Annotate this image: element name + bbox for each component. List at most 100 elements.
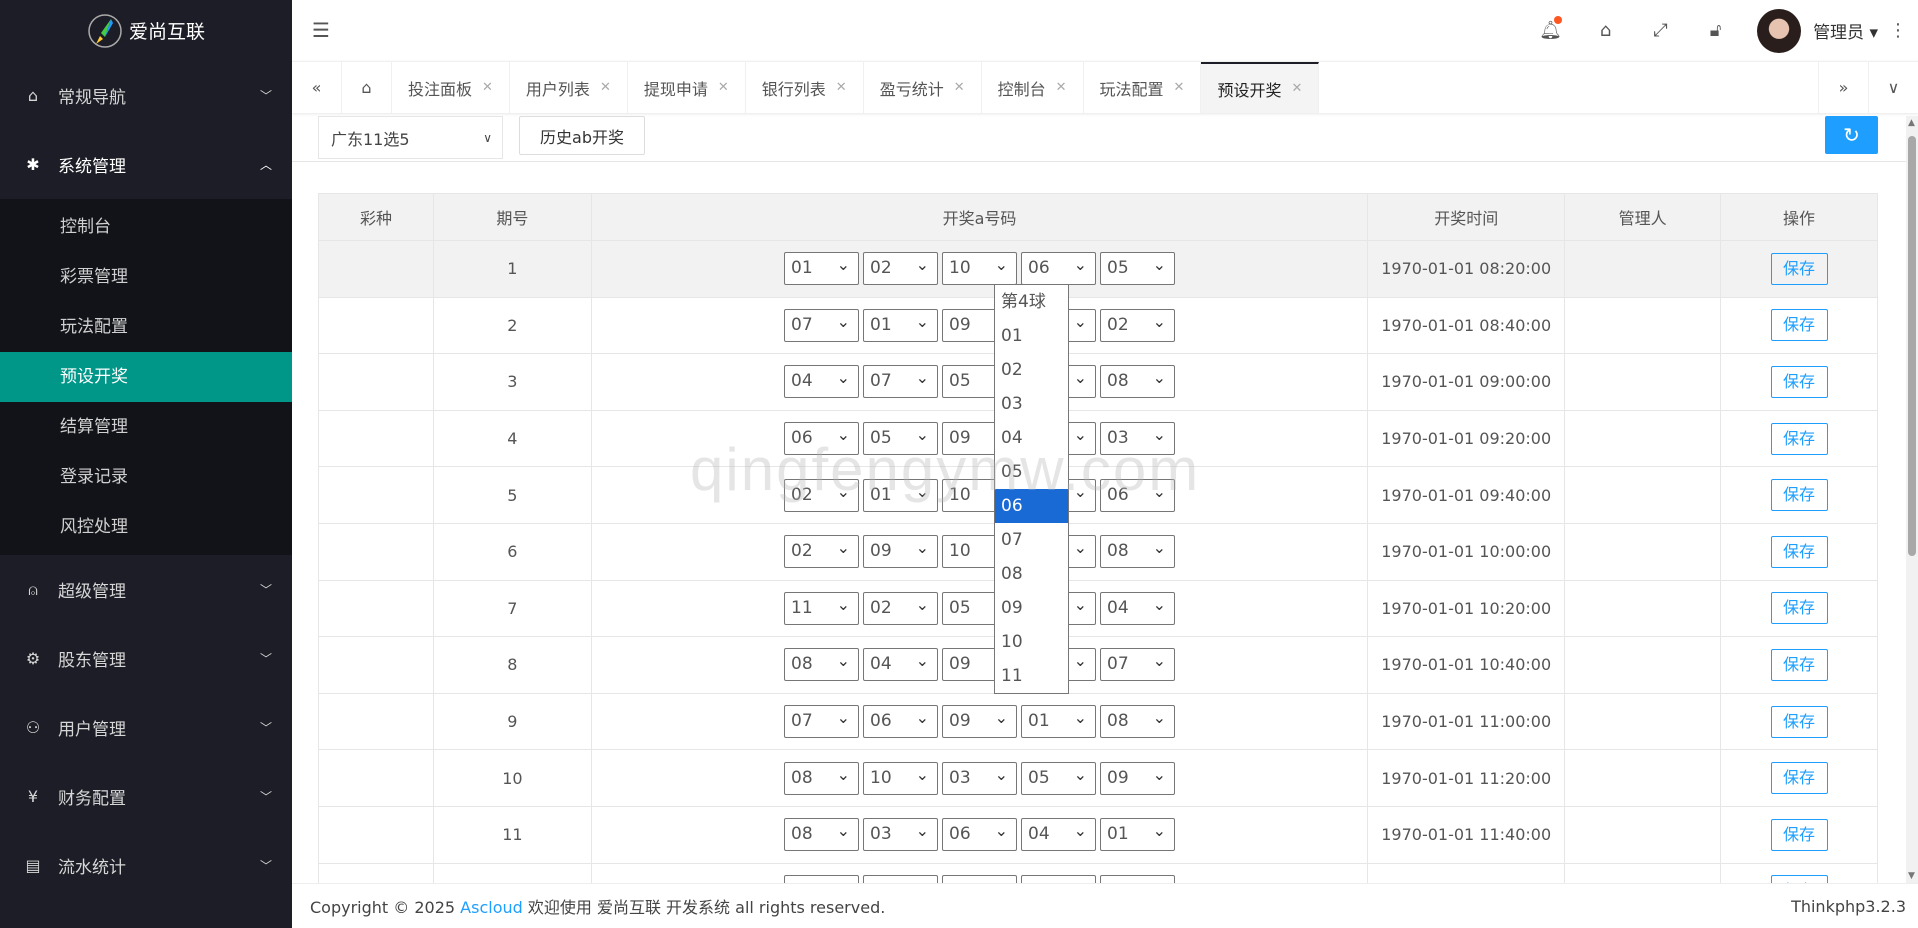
ball-1-select[interactable]: 02 — [784, 476, 860, 512]
sidebar-item[interactable]: ⚙ 股东管理 ﹀ — [0, 624, 292, 693]
ball-3-select[interactable]: 09 — [942, 702, 1018, 739]
dropdown-option[interactable]: 04 — [995, 421, 1068, 455]
tab-home-icon[interactable]: ⌂ — [342, 62, 392, 113]
close-icon[interactable]: ✕ — [482, 80, 493, 95]
ball-2-select[interactable]: 01 — [863, 306, 939, 342]
ball-4-dropdown-list[interactable]: 第4球 01 02 03 04 05 06 07 08 09 10 11 — [994, 284, 1069, 694]
close-icon[interactable]: ✕ — [1291, 81, 1302, 96]
ball-5-select[interactable]: 02 — [1100, 306, 1176, 342]
sidebar-item[interactable]: ✱ 系统管理 ︿ — [0, 130, 292, 199]
tabs-scroll-left-icon[interactable]: « — [292, 62, 342, 113]
submenu-item[interactable]: 彩票管理 — [0, 252, 292, 302]
ball-1-select[interactable]: 08 — [784, 645, 860, 682]
dropdown-option[interactable]: 02 — [995, 353, 1068, 387]
ball-1-select[interactable]: 07 — [784, 306, 860, 342]
sidebar-item[interactable]: ¥ 财务配置 ﹀ — [0, 762, 292, 831]
dropdown-option[interactable]: 07 — [995, 523, 1068, 557]
lottery-select[interactable]: 广东11选5 ∨ — [318, 116, 503, 159]
save-button[interactable]: 保存 — [1770, 309, 1828, 342]
sidebar-item[interactable]: ▤ 流水统计 ﹀ — [0, 831, 292, 900]
dropdown-option[interactable]: 05 — [995, 455, 1068, 489]
ball-3-select[interactable]: 06 — [942, 815, 1018, 852]
ball-1-select[interactable]: 02 — [784, 532, 860, 569]
tab[interactable]: 盈亏统计 ✕ — [864, 62, 982, 113]
ball-5-select[interactable]: 06 — [1100, 476, 1176, 512]
ball-2-select[interactable]: 04 — [863, 645, 939, 682]
dropdown-option[interactable]: 10 — [995, 625, 1068, 659]
ball-1-select[interactable]: 04 — [784, 362, 860, 399]
save-button[interactable]: 保存 — [1770, 762, 1828, 795]
ball-4-select[interactable]: 01 — [1021, 702, 1097, 739]
ball-1-select[interactable]: 08 — [784, 815, 860, 852]
dropdown-option[interactable]: 09 — [995, 591, 1068, 625]
ball-4-select[interactable]: 06 — [1021, 249, 1097, 286]
close-icon[interactable]: ✕ — [836, 80, 847, 95]
history-ab-draw-button[interactable]: 历史ab开奖 — [519, 116, 645, 155]
tabs-menu-chevron-icon[interactable]: ∨ — [1868, 62, 1918, 113]
ball-1-select[interactable]: 06 — [784, 419, 860, 456]
scroll-up-icon[interactable]: ▲ — [1908, 118, 1915, 128]
scrollbar-thumb[interactable] — [1908, 136, 1916, 556]
ball-2-select[interactable]: 03 — [863, 815, 939, 852]
ball-5-select[interactable]: 05 — [1100, 249, 1176, 286]
more-options-icon[interactable]: ⋮ — [1878, 20, 1918, 41]
save-button[interactable]: 保存 — [1770, 592, 1828, 625]
ball-2-select[interactable]: 06 — [863, 702, 939, 739]
user-menu[interactable]: 管理员 ▾ — [1813, 18, 1878, 43]
ball-1-select[interactable]: 08 — [784, 759, 860, 795]
fullscreen-icon[interactable]: ⤢ — [1633, 20, 1688, 41]
dropdown-option[interactable]: 08 — [995, 557, 1068, 591]
save-button[interactable]: 保存 — [1770, 252, 1828, 285]
close-icon[interactable]: ✕ — [718, 80, 729, 95]
ball-5-select[interactable]: 09 — [1100, 759, 1176, 795]
ball-2-select[interactable]: 01 — [863, 476, 939, 512]
ball-2-select[interactable]: 10 — [863, 759, 939, 795]
ball-4-select[interactable]: 05 — [1021, 759, 1097, 795]
sidebar-item[interactable]: ⌂ 常规导航 ﹀ — [0, 61, 292, 130]
dropdown-option[interactable]: 01 — [995, 319, 1068, 353]
close-icon[interactable]: ✕ — [954, 80, 965, 95]
ball-2-select[interactable]: 02 — [863, 249, 939, 286]
submenu-item[interactable]: 控制台 — [0, 202, 292, 252]
close-icon[interactable]: ✕ — [1174, 80, 1185, 95]
tab[interactable]: 银行列表 ✕ — [746, 62, 864, 113]
save-button[interactable]: 保存 — [1770, 365, 1828, 398]
submenu-item[interactable]: 登录记录 — [0, 452, 292, 502]
ball-5-select[interactable]: 07 — [1100, 645, 1176, 682]
save-button[interactable]: 保存 — [1770, 422, 1828, 455]
ball-2-select[interactable]: 05 — [863, 419, 939, 456]
close-icon[interactable]: ✕ — [1056, 80, 1067, 95]
ball-5-select[interactable]: 04 — [1100, 589, 1176, 625]
ball-3-select[interactable]: 03 — [942, 759, 1018, 795]
save-button[interactable]: 保存 — [1770, 705, 1828, 738]
scroll-down-icon[interactable]: ▼ — [1908, 871, 1915, 881]
collapse-menu-icon[interactable]: ☰ — [312, 18, 330, 42]
submenu-item[interactable]: 预设开奖 — [0, 352, 292, 402]
refresh-button[interactable]: ↻ — [1825, 116, 1878, 154]
ascloud-link[interactable]: Ascloud — [460, 898, 523, 917]
ball-5-select[interactable]: 08 — [1100, 362, 1176, 399]
avatar[interactable] — [1757, 8, 1802, 53]
sidebar-item[interactable]: ⍝ 超级管理 ﹀ — [0, 555, 292, 624]
tabs-scroll-right-icon[interactable]: » — [1818, 62, 1868, 113]
dropdown-option[interactable]: 第4球 — [995, 285, 1068, 319]
tab[interactable]: 投注面板 ✕ — [392, 62, 510, 113]
dropdown-option[interactable]: 11 — [995, 659, 1068, 693]
save-button[interactable]: 保存 — [1770, 818, 1828, 851]
tab[interactable]: 预设开奖 ✕ — [1201, 62, 1320, 113]
tab[interactable]: 用户列表 ✕ — [510, 62, 628, 113]
ball-1-select[interactable]: 07 — [784, 702, 860, 739]
sidebar-item[interactable]: ⚇ 用户管理 ﹀ — [0, 693, 292, 762]
dropdown-option[interactable]: 06 — [995, 489, 1068, 523]
ball-1-select[interactable]: 11 — [784, 589, 860, 625]
ball-2-select[interactable]: 07 — [863, 362, 939, 399]
vertical-scrollbar[interactable]: ▲ ▼ — [1906, 116, 1918, 883]
ball-3-select[interactable]: 10 — [942, 249, 1018, 286]
ball-5-select[interactable]: 01 — [1100, 815, 1176, 852]
ball-2-select[interactable]: 09 — [863, 532, 939, 569]
logo[interactable]: 爱尚互联 — [0, 0, 292, 61]
ball-2-select[interactable]: 02 — [863, 589, 939, 625]
save-button[interactable]: 保存 — [1770, 535, 1828, 568]
tag-icon[interactable]: ⌂ — [1578, 20, 1633, 41]
submenu-item[interactable]: 风控处理 — [0, 502, 292, 552]
